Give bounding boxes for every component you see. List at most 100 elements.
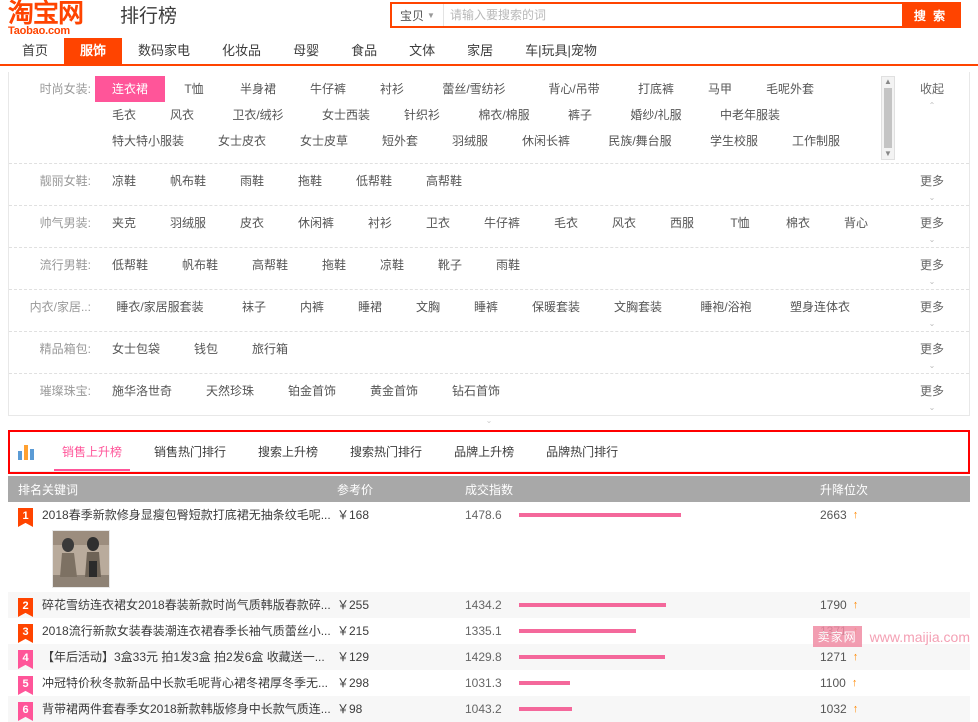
category-item[interactable]: 半身裙 [223,76,293,102]
more-button[interactable]: 更多⌄ [895,210,969,243]
category-item[interactable]: 风衣 [153,102,211,128]
table-row[interactable]: 5冲冠特价秋冬款新品中长款毛呢背心裙冬裙厚冬季无...￥2981031.3110… [8,670,970,696]
category-item[interactable]: 连衣裙 [95,76,165,102]
category-item[interactable]: 婚纱/礼服 [609,102,703,128]
taobao-logo[interactable]: 淘宝网 Taobao.com [8,0,116,37]
category-item[interactable]: 羽绒服 [435,128,505,154]
table-row[interactable]: 12018春季新款修身显瘦包臀短款打底裙无抽条纹毛呢...￥1681478.62… [8,502,970,592]
category-item[interactable]: T恤 [711,210,769,236]
tab-4[interactable]: 品牌上升榜 [438,433,530,471]
category-item[interactable]: 雨鞋 [479,252,537,278]
more-button[interactable]: 更多⌄ [895,168,969,201]
category-scrollbar[interactable]: ▲▼ [881,76,895,160]
table-row[interactable]: 4【年后活动】3盒33元 拍1发3盒 拍2发6盒 收藏送一...￥1291429… [8,644,970,670]
table-row[interactable]: 6背带裙两件套春季女2018新款韩版修身中长款气质连...￥981043.210… [8,696,970,722]
category-item[interactable]: 针织衫 [387,102,457,128]
tab-0[interactable]: 销售上升榜 [46,433,138,471]
category-item[interactable]: 夹克 [95,210,153,236]
nav-item-7[interactable]: 家居 [451,38,509,64]
category-item[interactable]: 风衣 [595,210,653,236]
tab-1[interactable]: 销售热门排行 [138,433,242,471]
nav-item-0[interactable]: 首页 [6,38,64,64]
more-button[interactable]: 更多⌄ [895,378,969,411]
more-button[interactable]: 更多⌄ [895,294,969,327]
search-input[interactable] [444,4,902,26]
category-item[interactable]: 卫衣 [409,210,467,236]
category-item[interactable]: 睡裤 [457,294,515,320]
category-item[interactable]: 袜子 [225,294,283,320]
tab-2[interactable]: 搜索上升榜 [242,433,334,471]
category-item[interactable]: 皮衣 [223,210,281,236]
category-item[interactable]: 民族/舞台服 [587,128,693,154]
category-item[interactable]: 睡袍/浴袍 [679,294,773,320]
nav-item-8[interactable]: 车|玩具|宠物 [509,38,613,64]
category-item[interactable]: 女士包袋 [95,336,177,362]
nav-item-1[interactable]: 服饰 [64,38,122,64]
category-item[interactable]: 高帮鞋 [235,252,305,278]
category-item[interactable]: 衬衫 [363,76,421,102]
nav-item-3[interactable]: 化妆品 [206,38,277,64]
category-item[interactable]: 裤子 [551,102,609,128]
panel-collapse-chevron-icon[interactable]: ⌄ [0,416,978,426]
category-item[interactable]: 铂金首饰 [271,378,353,404]
category-item[interactable]: 钻石首饰 [435,378,517,404]
category-item[interactable]: 卫衣/绒衫 [211,102,305,128]
nav-item-4[interactable]: 母婴 [277,38,335,64]
more-button[interactable]: 更多⌄ [895,252,969,285]
keyword-link[interactable]: 碎花雪纺连衣裙女2018春装新款时尚气质韩版春款碎... [42,592,332,618]
category-item[interactable]: 毛衣 [95,102,153,128]
category-item[interactable]: 睡裙 [341,294,399,320]
category-item[interactable]: 施华洛世奇 [95,378,189,404]
keyword-link[interactable]: 2018春季新款修身显瘦包臀短款打底裙无抽条纹毛呢... [42,502,332,528]
scrollbar-thumb[interactable] [884,88,892,148]
category-item[interactable]: 睡衣/家居服套装 [95,294,225,320]
search-button[interactable]: 搜 索 [902,4,959,26]
category-item[interactable]: 帆布鞋 [153,168,223,194]
category-item[interactable]: 旅行箱 [235,336,305,362]
category-item[interactable]: 帆布鞋 [165,252,235,278]
category-item[interactable]: 衬衫 [351,210,409,236]
category-item[interactable]: 休闲裤 [281,210,351,236]
more-button[interactable]: 更多⌄ [895,336,969,369]
category-item[interactable]: 文胸 [399,294,457,320]
category-item[interactable]: 女士皮草 [283,128,365,154]
search-category-selector[interactable]: 宝贝 ▼ [392,4,444,26]
keyword-link[interactable]: 【年后活动】3盒33元 拍1发3盒 拍2发6盒 收藏送一... [42,644,332,670]
category-item[interactable]: 雨鞋 [223,168,281,194]
nav-item-2[interactable]: 数码家电 [122,38,206,64]
category-item[interactable]: 牛仔裤 [293,76,363,102]
category-item[interactable]: 天然珍珠 [189,378,271,404]
category-item[interactable]: 短外套 [365,128,435,154]
category-item[interactable]: 棉衣 [769,210,827,236]
category-item[interactable]: 文胸套装 [597,294,679,320]
category-item[interactable]: 背心 [827,210,885,236]
category-item[interactable]: 毛呢外套 [749,76,831,102]
category-item[interactable]: 马甲 [691,76,749,102]
category-item[interactable]: 打底裤 [621,76,691,102]
category-item[interactable]: 学生校服 [693,128,775,154]
category-item[interactable]: 背心/吊带 [527,76,621,102]
category-item[interactable]: 特大特小服装 [95,128,201,154]
category-item[interactable]: 内裤 [283,294,341,320]
category-item[interactable]: 高帮鞋 [409,168,479,194]
tab-3[interactable]: 搜索热门排行 [334,433,438,471]
category-item[interactable]: 女士皮衣 [201,128,283,154]
category-item[interactable]: 牛仔裤 [467,210,537,236]
category-item[interactable]: 低帮鞋 [95,252,165,278]
keyword-link[interactable]: 2018流行新款女装春装潮连衣裙春季长袖气质蕾丝小... [42,618,332,644]
scroll-up-icon[interactable]: ▲ [884,78,892,86]
category-item[interactable]: 凉鞋 [95,168,153,194]
scroll-down-icon[interactable]: ▼ [884,150,892,158]
category-item[interactable]: 低帮鞋 [339,168,409,194]
category-item[interactable]: 休闲长裤 [505,128,587,154]
category-item[interactable]: 羽绒服 [153,210,223,236]
keyword-link[interactable]: 背带裙两件套春季女2018新款韩版修身中长款气质连... [42,696,332,722]
product-thumbnail[interactable] [52,530,110,588]
category-item[interactable]: 塑身连体衣 [773,294,867,320]
category-item[interactable]: 凉鞋 [363,252,421,278]
keyword-link[interactable]: 冲冠特价秋冬款新品中长款毛呢背心裙冬裙厚冬季无... [42,670,332,696]
category-item[interactable]: 靴子 [421,252,479,278]
category-item[interactable]: 西服 [653,210,711,236]
category-item[interactable]: 蕾丝/雪纺衫 [421,76,527,102]
nav-item-5[interactable]: 食品 [335,38,393,64]
